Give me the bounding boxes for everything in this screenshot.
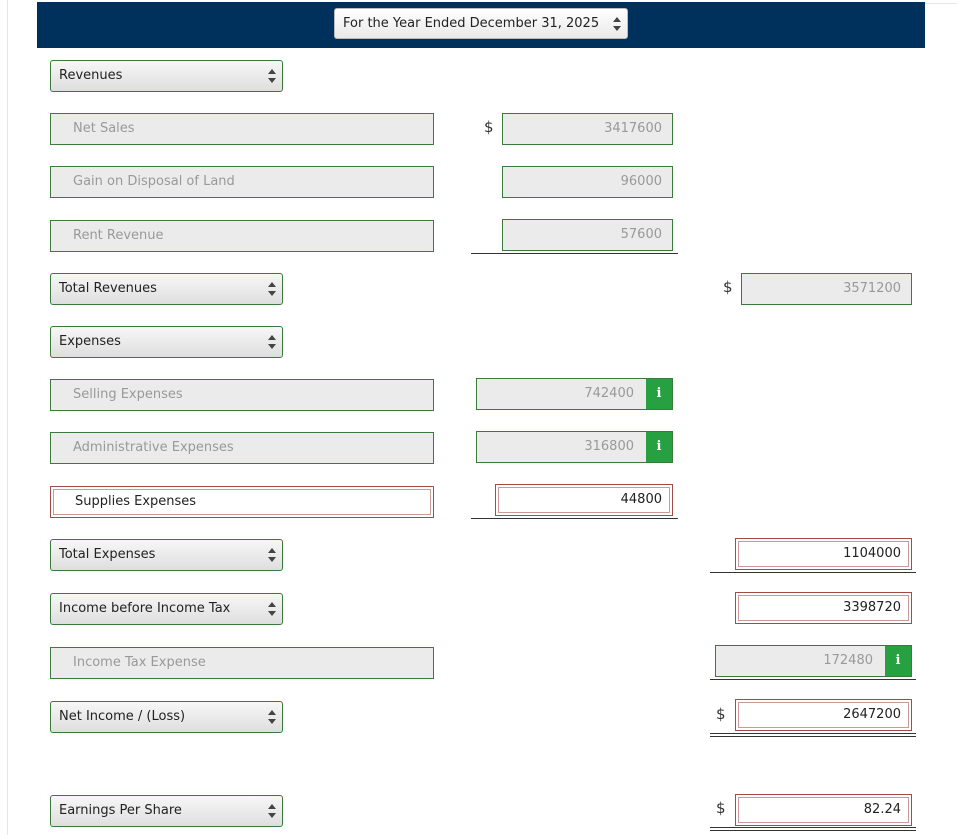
net-sales-label-input[interactable]: Net Sales [50, 113, 434, 145]
dollar-sign: $ [716, 799, 726, 817]
net-income-amount-input[interactable]: 2647200 [735, 699, 912, 731]
field-value: 742400 [584, 386, 634, 401]
selling-expenses-amount-input[interactable]: 742400 i [476, 378, 673, 410]
select-arrows-icon [268, 804, 276, 818]
gain-land-label-input[interactable]: Gain on Disposal of Land [50, 166, 434, 198]
field-value: 57600 [620, 227, 662, 242]
select-value: Revenues [59, 68, 123, 83]
admin-expenses-label-input[interactable]: Administrative Expenses [50, 432, 434, 464]
rent-revenue-label-input[interactable]: Rent Revenue [50, 220, 434, 252]
period-select[interactable]: For the Year Ended December 31, 2025 [334, 8, 628, 39]
field-text: Net Sales [73, 121, 135, 136]
total-underline [710, 679, 916, 680]
field-value: 316800 [584, 439, 634, 454]
field-value: 2647200 [843, 707, 901, 722]
subtotal-underline [471, 253, 678, 254]
field-value: 44800 [620, 492, 662, 507]
field-value: 3417600 [604, 121, 662, 136]
field-value: 3571200 [843, 281, 901, 296]
dollar-sign: $ [484, 118, 494, 136]
net-sales-amount-input[interactable]: 3417600 [502, 113, 673, 145]
select-value: Income before Income Tax [59, 601, 231, 616]
select-arrows-icon [268, 69, 276, 83]
income-before-tax-select[interactable]: Income before Income Tax [50, 593, 283, 625]
field-text: Supplies Expenses [75, 494, 197, 509]
income-tax-expense-label-input[interactable]: Income Tax Expense [50, 647, 434, 679]
select-arrows-icon [268, 335, 276, 349]
double-underline [710, 733, 916, 737]
supplies-expenses-amount-input[interactable]: 44800 [495, 484, 673, 516]
total-expenses-select[interactable]: Total Expenses [50, 539, 283, 571]
left-border [7, 0, 8, 835]
info-icon[interactable]: i [646, 432, 672, 462]
select-value: Expenses [59, 334, 121, 349]
supplies-expenses-label-input[interactable]: Supplies Expenses [50, 486, 434, 518]
gain-land-amount-input[interactable]: 96000 [502, 166, 673, 198]
select-arrows-icon [268, 282, 276, 296]
eps-select[interactable]: Earnings Per Share [50, 795, 283, 827]
statement-header: For the Year Ended December 31, 2025 [37, 2, 925, 48]
field-text: Gain on Disposal of Land [73, 174, 235, 189]
field-value: 96000 [620, 174, 662, 189]
subtotal-underline [471, 518, 678, 519]
total-revenues-select[interactable]: Total Revenues [50, 273, 283, 305]
dollar-sign: $ [716, 705, 726, 723]
income-before-tax-amount-input[interactable]: 3398720 [735, 592, 912, 624]
total-revenues-amount-input[interactable]: 3571200 [741, 273, 912, 305]
info-icon[interactable]: i [646, 379, 672, 409]
top-border [925, 3, 957, 4]
double-underline [710, 827, 916, 831]
total-underline [710, 572, 916, 573]
income-tax-expense-amount-input[interactable]: 172480 i [715, 645, 912, 677]
field-text: Rent Revenue [73, 228, 164, 243]
period-select-value: For the Year Ended December 31, 2025 [343, 16, 600, 31]
field-value: 82.24 [863, 802, 901, 817]
field-text: Income Tax Expense [73, 655, 206, 670]
select-value: Total Expenses [59, 547, 156, 562]
selling-expenses-label-input[interactable]: Selling Expenses [50, 379, 434, 411]
select-arrows-icon [268, 710, 276, 724]
select-value: Net Income / (Loss) [59, 709, 186, 724]
field-value: 3398720 [843, 600, 901, 615]
select-arrows-icon [613, 17, 621, 31]
select-arrows-icon [268, 602, 276, 616]
field-value: 172480 [823, 653, 873, 668]
dollar-sign: $ [723, 278, 733, 296]
field-text: Administrative Expenses [73, 440, 234, 455]
rent-revenue-amount-input[interactable]: 57600 [502, 219, 673, 251]
select-value: Total Revenues [59, 281, 157, 296]
select-value: Earnings Per Share [59, 803, 182, 818]
admin-expenses-amount-input[interactable]: 316800 i [476, 431, 673, 463]
net-income-select[interactable]: Net Income / (Loss) [50, 701, 283, 733]
field-value: 1104000 [843, 546, 901, 561]
info-icon[interactable]: i [885, 646, 911, 676]
expenses-heading-select[interactable]: Expenses [50, 326, 283, 358]
eps-amount-input[interactable]: 82.24 [735, 794, 912, 826]
total-expenses-amount-input[interactable]: 1104000 [735, 538, 912, 570]
revenues-heading-select[interactable]: Revenues [50, 60, 283, 92]
select-arrows-icon [268, 548, 276, 562]
field-text: Selling Expenses [73, 387, 183, 402]
